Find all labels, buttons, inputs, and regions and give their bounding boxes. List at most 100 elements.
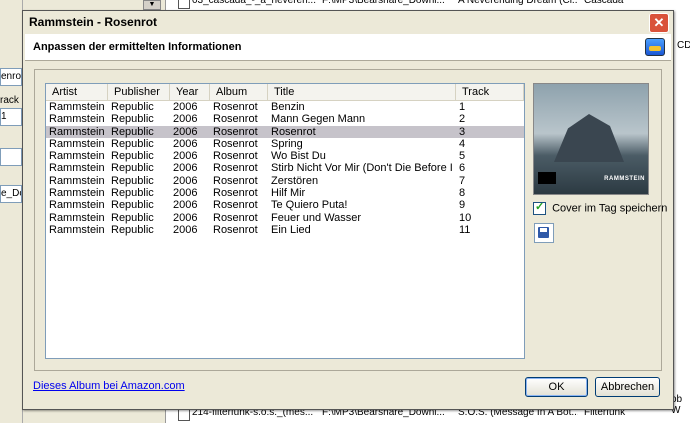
table-row[interactable]: 03_cascada_-_a_neveren... F:\MP3\Bearsha… [166,0,690,9]
background-field-track[interactable]: 1 [0,108,22,126]
column-header-album[interactable]: Album [210,84,268,100]
track-cell-artist: Rammstein [49,162,105,175]
track-cell-album: Rosenrot [213,113,258,126]
track-cell-artist: Rammstein [49,199,105,212]
file-icon [178,0,190,9]
close-button[interactable]: ✕ [649,13,669,33]
save-cover-checkbox[interactable] [533,200,546,215]
track-cell-track: 6 [459,162,466,175]
track-cell-publisher: Republic [111,223,154,236]
amazon-link[interactable]: Dieses Album bei Amazon.com [33,380,185,392]
track-cell-publisher: Republic [111,101,154,113]
table-row[interactable]: Rammstein Republic 2006 Rosenrot Spring 4 [46,138,524,150]
track-cell-artist: Rammstein [49,113,105,126]
dialog-header: Anpassen der ermittelten Informationen [25,34,671,61]
track-cell-album: Rosenrot [213,162,258,175]
track-cell-year: 2006 [173,211,198,224]
track-cell-year: 2006 [173,199,198,212]
table-row[interactable]: Rammstein Republic 2006 Rosenrot Mann Gegen … [46,113,524,125]
track-cell-artist: Rammstein [49,125,105,138]
column-header-artist[interactable]: Artist [46,84,108,100]
table-row[interactable]: Rammstein Republic 2006 Rosenrot Wo Bist Du 5 [46,150,524,162]
track-cell-title: Spring [271,137,303,150]
track-list-body: Rammstein Republic 2006 Rosenrot Benzin 1 Ramm… [46,101,524,236]
table-row[interactable]: Rammstein Republic 2006 Rosenrot Stirb Nicht… [46,162,524,174]
save-cover-label: Cover im Tag speichern [552,202,668,215]
track-cell-publisher: Republic [111,150,154,163]
track-cell-year: 2006 [173,150,198,163]
parental-advisory-icon [538,172,556,184]
track-cell-track: 2 [459,113,466,126]
cover-band-text: RAMMSTEIN [604,176,645,182]
track-cell-publisher: Republic [111,137,154,150]
table-row[interactable]: Rammstein Republic 2006 Rosenrot Zerstören 7 [46,175,524,187]
track-cell-year: 2006 [173,101,198,113]
track-cell-track: 3 [459,125,466,138]
column-header-track[interactable]: Track [456,84,524,100]
track-cell-album: Rosenrot [213,174,258,187]
track-cell-title: Rosenrot [271,125,316,138]
dialog-title: Rammstein - Rosenrot [29,15,158,29]
track-cell-publisher: Republic [111,162,154,175]
track-cell-publisher: Republic [111,174,154,187]
background-label-track: rack [0,95,19,106]
track-cell-year: 2006 [173,125,198,138]
track-cell-title: Stirb Nicht Vor Mir (Don't Die Before I … [271,162,456,175]
track-cell-title: Wo Bist Du [271,150,326,163]
dialog-content-panel: Artist Publisher Year Album Title Track … [34,69,667,371]
track-cell-title: Feuer und Wasser [271,211,362,224]
track-cell-album: Rosenrot [213,101,258,113]
track-cell-track: 8 [459,187,466,200]
table-row[interactable]: Rammstein Republic 2006 Rosenrot Rosenrot 3 [46,125,524,138]
background-field-file[interactable]: e_Do [0,185,22,203]
table-row[interactable]: Rammstein Republic 2006 Rosenrot Te Quiero P… [46,199,524,211]
track-cell-artist: Rammstein [49,174,105,187]
track-list[interactable]: Artist Publisher Year Album Title Track … [45,83,525,359]
cover-ship-shape [554,114,624,162]
table-row[interactable]: Rammstein Republic 2006 Rosenrot Hilf Mir 8 [46,187,524,199]
track-cell-publisher: Republic [111,125,154,138]
track-cell-title: Benzin [271,101,305,113]
track-cell-artist: Rammstein [49,150,105,163]
save-cover-button[interactable] [534,223,554,243]
ok-button[interactable]: OK [525,377,588,397]
table-row[interactable]: Rammstein Republic 2006 Rosenrot Benzin 1 [46,101,524,113]
background-side-panel [0,0,23,423]
background-field-album[interactable]: enrot [0,68,22,86]
dropdown-arrow-icon[interactable]: ▼ [143,0,161,10]
close-icon: ✕ [653,15,665,30]
track-cell-year: 2006 [173,187,198,200]
track-cell-album: Rosenrot [213,199,258,212]
column-header-year[interactable]: Year [170,84,210,100]
track-cell-track: 4 [459,137,466,150]
track-cell-year: 2006 [173,162,198,175]
track-list-header: Artist Publisher Year Album Title Track [46,84,524,101]
track-cell-year: 2006 [173,174,198,187]
track-cell-artist: Rammstein [49,223,105,236]
dialog-titlebar[interactable]: Rammstein - Rosenrot ✕ [23,11,673,33]
track-cell-title: Hilf Mir [271,187,306,200]
track-cell-track: 1 [459,101,466,113]
app-logo-icon [645,38,665,56]
track-cell-title: Mann Gegen Mann [271,113,366,126]
tag-dialog: Rammstein - Rosenrot ✕ Anpassen der ermi… [22,10,674,410]
track-cell-publisher: Republic [111,199,154,212]
album-cover: RAMMSTEIN [533,83,649,195]
track-cell-artist: Rammstein [49,211,105,224]
track-cell-title: Zerstören [271,174,319,187]
table-row[interactable]: Rammstein Republic 2006 Rosenrot Ein Lied 11 [46,224,524,236]
track-cell-year: 2006 [173,113,198,126]
column-header-publisher[interactable]: Publisher [108,84,170,100]
track-cell-album: Rosenrot [213,150,258,163]
track-cell-track: 5 [459,150,466,163]
track-cell-track: 11 [459,223,471,236]
table-row[interactable]: Rammstein Republic 2006 Rosenrot Feuer und W… [46,212,524,224]
track-cell-artist: Rammstein [49,137,105,150]
column-header-title[interactable]: Title [268,84,456,100]
cancel-button[interactable]: Abbrechen [595,377,660,397]
track-cell-publisher: Republic [111,187,154,200]
track-cell-year: 2006 [173,137,198,150]
save-cover-option[interactable]: Cover im Tag speichern [533,200,668,215]
track-cell-year: 2006 [173,223,198,236]
background-field-empty[interactable] [0,148,22,166]
